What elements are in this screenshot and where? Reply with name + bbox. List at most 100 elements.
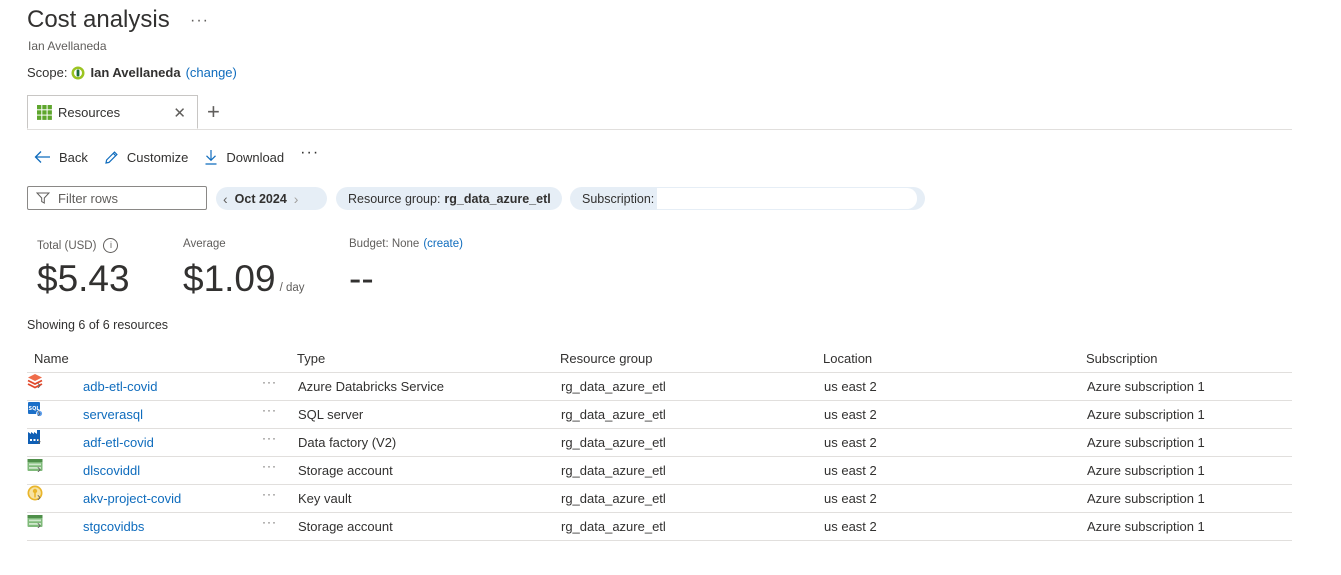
resource-type: Storage account: [298, 519, 393, 534]
subscription-cell: Azure subscription 1: [1087, 491, 1205, 506]
location-cell: us east 2: [824, 519, 877, 534]
resource-type: SQL server: [298, 407, 364, 422]
budget-label-row: Budget: None (create): [349, 238, 463, 250]
view-tabbar: Resources ✕ +: [27, 95, 1292, 130]
resource-group-cell: rg_data_azure_etl: [561, 519, 666, 534]
back-arrow-icon: [34, 151, 50, 163]
column-header-type[interactable]: Type: [297, 351, 325, 366]
command-bar: Back Customize Download ···: [34, 144, 319, 165]
page-subtitle: Ian Avellaneda: [28, 39, 107, 53]
subscription-filter-value-redacted: [657, 188, 918, 209]
row-more-button[interactable]: ···: [262, 459, 277, 473]
row-more-button[interactable]: ···: [262, 403, 277, 417]
more-commands-button[interactable]: ···: [300, 144, 319, 162]
subscription-filter-label: Subscription:: [582, 191, 655, 206]
date-range-pill[interactable]: ‹ Oct 2024 ›: [216, 187, 327, 210]
location-cell: us east 2: [824, 379, 877, 394]
table-row[interactable]: › adf-etl-covid ··· Data factory (V2) rg…: [27, 429, 1292, 457]
date-range-label: Oct 2024: [234, 191, 287, 206]
resource-name-link[interactable]: adb-etl-covid: [83, 379, 157, 394]
table-row[interactable]: › stgcovidbs ··· Storage account rg_data…: [27, 513, 1292, 541]
create-budget-link[interactable]: (create): [423, 238, 463, 250]
customize-button[interactable]: Customize: [104, 150, 188, 165]
location-cell: us east 2: [824, 407, 877, 422]
add-tab-button[interactable]: +: [207, 99, 220, 125]
column-header-name[interactable]: Name: [34, 351, 69, 366]
resource-type: Key vault: [298, 491, 352, 506]
expand-row-icon[interactable]: ›: [37, 434, 41, 448]
row-more-button[interactable]: ···: [262, 487, 277, 501]
expand-row-icon[interactable]: ›: [37, 462, 41, 476]
page-title: Cost analysis: [27, 6, 170, 33]
resource-type: Azure Databricks Service: [298, 379, 444, 394]
resource-name-link[interactable]: dlscoviddl: [83, 463, 140, 478]
customize-label: Customize: [126, 149, 189, 165]
location-cell: us east 2: [824, 435, 877, 450]
grid-icon: [37, 104, 52, 120]
subscription-filter-pill[interactable]: Subscription:: [570, 187, 925, 210]
resource-group-cell: rg_data_azure_etl: [561, 407, 666, 422]
expand-row-icon[interactable]: ›: [37, 490, 41, 504]
close-tab-icon[interactable]: ✕: [173, 104, 186, 122]
next-period-icon[interactable]: ›: [294, 191, 299, 207]
tab-resources[interactable]: Resources ✕: [27, 95, 198, 129]
resource-group-cell: rg_data_azure_etl: [561, 491, 666, 506]
expand-row-icon[interactable]: ›: [37, 406, 41, 420]
resource-type: Data factory (V2): [298, 435, 397, 450]
resource-name-link[interactable]: akv-project-covid: [83, 491, 181, 506]
subscription-cell: Azure subscription 1: [1087, 463, 1205, 478]
expand-row-icon[interactable]: ›: [37, 378, 41, 392]
resource-name-link[interactable]: serverasql: [83, 407, 143, 422]
filter-rows-input[interactable]: Filter rows: [27, 186, 207, 210]
pencil-icon: [105, 150, 118, 164]
total-cost-value: $5.43: [37, 258, 130, 299]
total-label: Total (USD): [37, 239, 97, 252]
resource-group-filter-pill[interactable]: Resource group: rg_data_azure_etl: [336, 187, 562, 210]
table-row[interactable]: › SQL serverasql ··· SQL server rg_data_…: [27, 401, 1292, 429]
scope-change-link[interactable]: (change): [186, 65, 237, 80]
column-header-resource-group[interactable]: Resource group: [560, 351, 653, 366]
table-row[interactable]: › akv-project-covid ··· Key vault rg_dat…: [27, 485, 1292, 513]
row-more-button[interactable]: ···: [262, 431, 277, 445]
resource-name-link[interactable]: stgcovidbs: [83, 519, 144, 534]
title-more-button[interactable]: ···: [190, 12, 209, 30]
resource-type: Storage account: [298, 463, 393, 478]
back-label: Back: [59, 149, 88, 165]
resource-group-cell: rg_data_azure_etl: [561, 435, 666, 450]
location-cell: us east 2: [824, 463, 877, 478]
resource-name-link[interactable]: adf-etl-covid: [83, 435, 154, 450]
download-label: Download: [226, 149, 285, 165]
resource-group-filter-label: Resource group:: [348, 191, 441, 206]
row-more-button[interactable]: ···: [262, 375, 277, 389]
table-row[interactable]: › dlscoviddl ··· Storage account rg_data…: [27, 457, 1292, 485]
download-button[interactable]: Download: [204, 149, 284, 165]
resource-group-cell: rg_data_azure_etl: [561, 463, 666, 478]
location-cell: us east 2: [824, 491, 877, 506]
scope-row: Scope: Ian Avellaneda (change): [27, 65, 237, 80]
scope-label: Scope:: [27, 65, 68, 80]
table-row[interactable]: › adb-etl-covid ··· Azure Databricks Ser…: [27, 373, 1292, 401]
back-button[interactable]: Back: [34, 150, 88, 165]
scope-icon: [71, 66, 85, 79]
scope-name: Ian Avellaneda: [90, 65, 181, 80]
subscription-cell: Azure subscription 1: [1087, 435, 1205, 450]
result-count: Showing 6 of 6 resources: [27, 318, 169, 332]
info-icon[interactable]: i: [103, 238, 119, 253]
resources-table: Name Type Resource group Location Subscr…: [27, 346, 1292, 541]
resource-group-filter-value: rg_data_azure_etl: [444, 191, 551, 206]
total-label-row: Total (USD) i: [37, 238, 119, 253]
subscription-cell: Azure subscription 1: [1087, 407, 1205, 422]
budget-value: --: [349, 258, 374, 299]
table-header: Name Type Resource group Location Subscr…: [27, 346, 1292, 373]
expand-row-icon[interactable]: ›: [37, 518, 41, 532]
average-label: Average: [183, 238, 226, 250]
budget-label: Budget: None: [349, 238, 420, 250]
column-header-location[interactable]: Location: [823, 351, 872, 366]
column-header-subscription[interactable]: Subscription: [1086, 351, 1158, 366]
average-cost-row: $1.09/ day: [183, 258, 305, 300]
row-more-button[interactable]: ···: [262, 515, 277, 529]
previous-period-icon[interactable]: ‹: [223, 191, 228, 207]
tab-label: Resources: [58, 104, 121, 120]
average-unit: / day: [279, 282, 305, 294]
resource-group-cell: rg_data_azure_etl: [561, 379, 666, 394]
